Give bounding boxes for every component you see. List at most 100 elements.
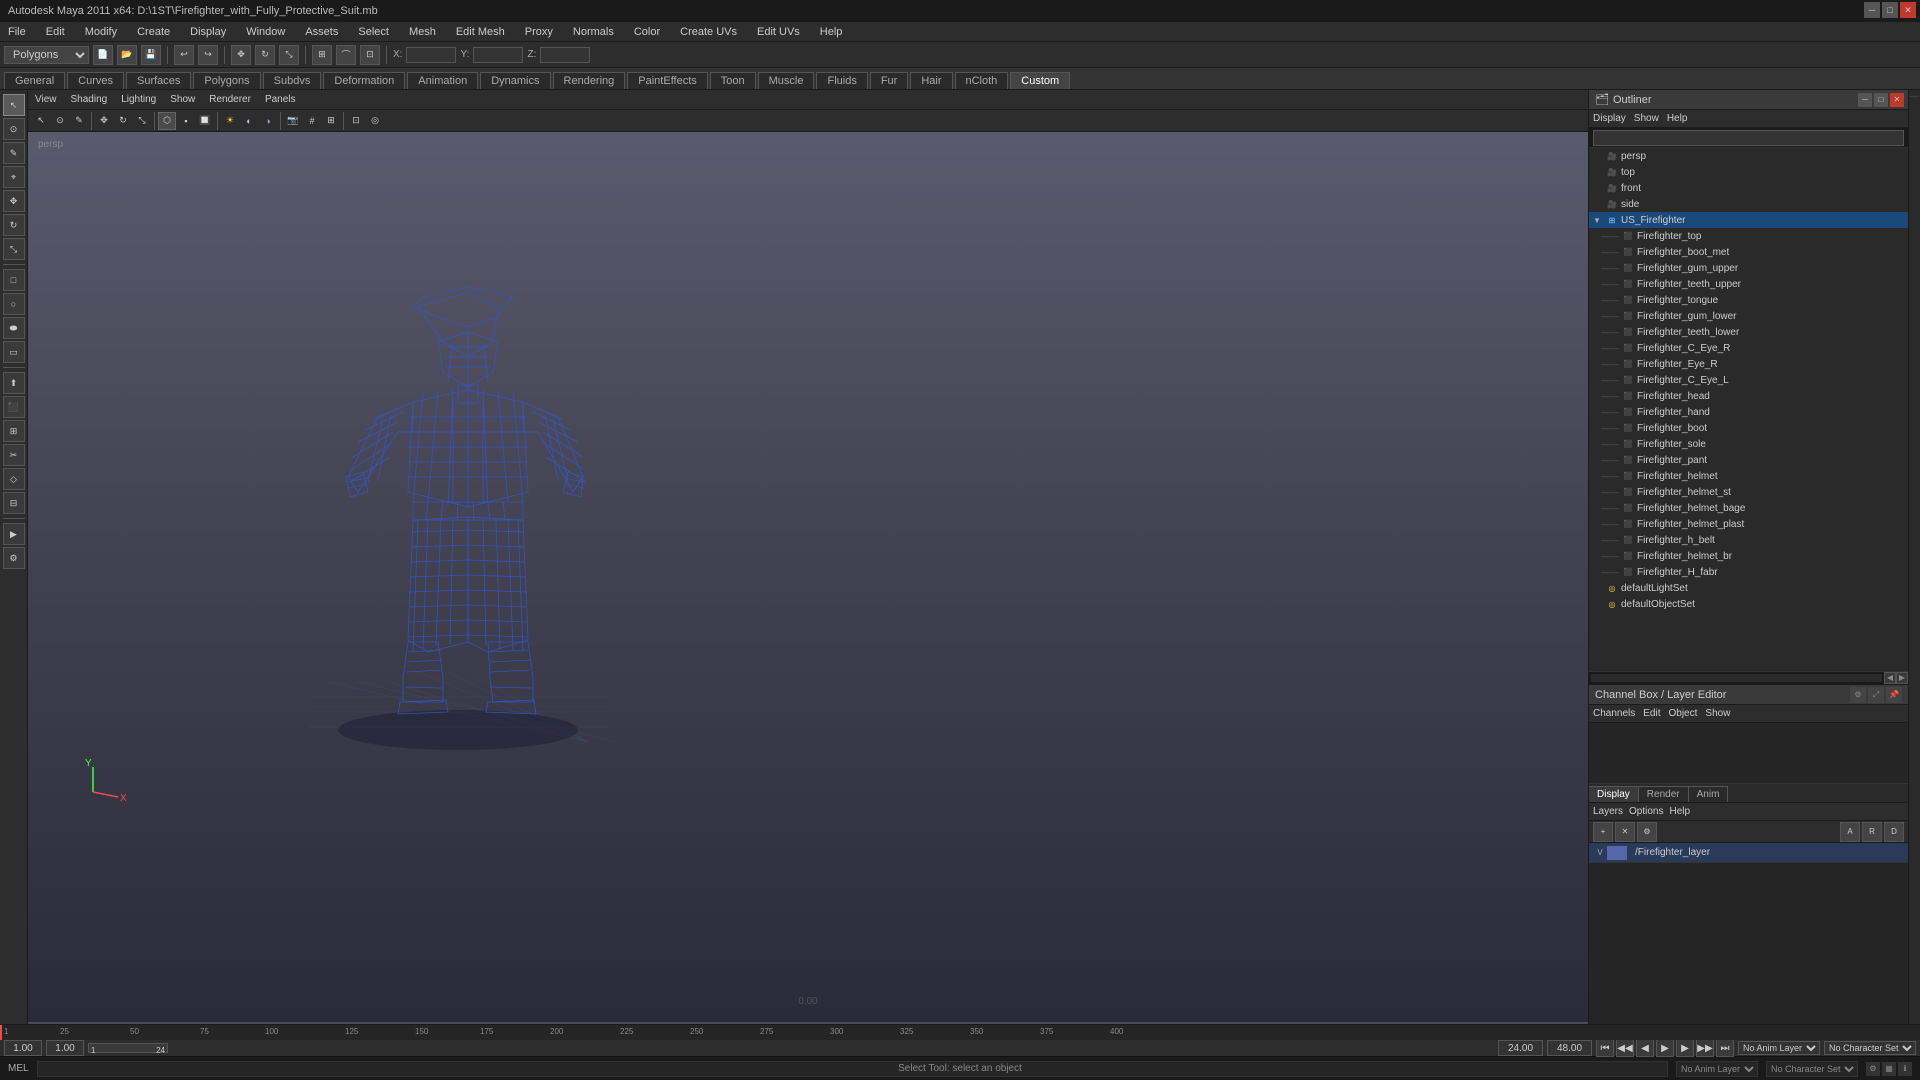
cb-menu-object[interactable]: Object <box>1669 708 1698 719</box>
tab-polygons[interactable]: Polygons <box>193 72 260 89</box>
tab-curves[interactable]: Curves <box>67 72 124 89</box>
anim-layer-select[interactable]: No Anim Layer <box>1738 1041 1820 1055</box>
tree-item-Firefighter_gum_upper[interactable]: —— ⬛ Firefighter_gum_upper <box>1589 260 1908 276</box>
menu-mesh[interactable]: Mesh <box>405 24 440 40</box>
cb-tab-display[interactable]: Display <box>1589 786 1639 802</box>
outliner-scroll-left[interactable]: ◀ <box>1884 672 1896 684</box>
toolbar-scale[interactable]: ⤡ <box>279 45 299 65</box>
pb-play[interactable]: ▶ <box>1656 1039 1674 1057</box>
outliner-menu-help[interactable]: Help <box>1667 113 1688 124</box>
tree-item-US_Firefighter[interactable]: ▼ ⊞ US_Firefighter <box>1589 212 1908 228</box>
cb-tab-anim[interactable]: Anim <box>1689 786 1729 802</box>
pb-prev[interactable]: ◀ <box>1636 1039 1654 1057</box>
tree-item-Firefighter_C_Eye_L[interactable]: —— ⬛ Firefighter_C_Eye_L <box>1589 372 1908 388</box>
vp-grid-btn[interactable]: # <box>303 112 321 130</box>
menu-proxy[interactable]: Proxy <box>521 24 557 40</box>
tool-scale[interactable]: ⤡ <box>3 238 25 260</box>
pb-prev-key[interactable]: ◀◀ <box>1616 1039 1634 1057</box>
pb-start[interactable]: ⏮ <box>1596 1039 1614 1057</box>
tree-item-Firefighter_H_fabr[interactable]: —— ⬛ Firefighter_H_fabr <box>1589 564 1908 580</box>
tool-paint[interactable]: ✎ <box>3 142 25 164</box>
playback-start-input[interactable] <box>1498 1040 1543 1056</box>
menu-editmesh[interactable]: Edit Mesh <box>452 24 509 40</box>
vp-menu-renderer[interactable]: Renderer <box>206 93 254 106</box>
tab-fur[interactable]: Fur <box>870 72 909 89</box>
vp-camera-btn[interactable]: 📷 <box>284 112 302 130</box>
tree-item-Firefighter_pant[interactable]: —— ⬛ Firefighter_pant <box>1589 452 1908 468</box>
layer-menu-options[interactable]: Options <box>1629 806 1663 817</box>
vp-toolbar-paint[interactable]: ✎ <box>70 112 88 130</box>
menu-createuvs[interactable]: Create UVs <box>676 24 741 40</box>
layer-row-firefighter[interactable]: V /Firefighter_layer <box>1589 843 1908 863</box>
tree-item-Firefighter_tongue[interactable]: —— ⬛ Firefighter_tongue <box>1589 292 1908 308</box>
tree-item-persp[interactable]: 🎥 persp <box>1589 148 1908 164</box>
tree-item-Firefighter_hand[interactable]: —— ⬛ Firefighter_hand <box>1589 404 1908 420</box>
timeline-cursor[interactable] <box>0 1025 2 1040</box>
vp-toolbar-lasso[interactable]: ⊙ <box>51 112 69 130</box>
tool-poly-cyl[interactable]: ⬬ <box>3 317 25 339</box>
current-frame-input[interactable] <box>46 1040 84 1056</box>
menu-window[interactable]: Window <box>242 24 289 40</box>
tree-item-Firefighter_helmet_st[interactable]: —— ⬛ Firefighter_helmet_st <box>1589 484 1908 500</box>
tree-item-Firefighter_teeth_lower[interactable]: —— ⬛ Firefighter_teeth_lower <box>1589 324 1908 340</box>
toolbar-undo[interactable]: ↩ <box>174 45 194 65</box>
tree-item-Firefighter_helmet_plast[interactable]: —— ⬛ Firefighter_helmet_plast <box>1589 516 1908 532</box>
z-input[interactable] <box>540 47 590 63</box>
tree-item-Firefighter_boot_met[interactable]: —— ⬛ Firefighter_boot_met <box>1589 244 1908 260</box>
outliner-search-input[interactable] <box>1593 130 1904 146</box>
outliner-scroll-right[interactable]: ▶ <box>1896 672 1908 684</box>
tool-poly-cube[interactable]: □ <box>3 269 25 291</box>
playback-end-input[interactable] <box>1547 1040 1592 1056</box>
tree-item-front[interactable]: 🎥 front <box>1589 180 1908 196</box>
tool-poly-sphere[interactable]: ○ <box>3 293 25 315</box>
outliner-hscroll[interactable]: ◀ ▶ <box>1589 671 1908 683</box>
pb-next-key[interactable]: ▶▶ <box>1696 1039 1714 1057</box>
y-input[interactable] <box>473 47 523 63</box>
tree-item-top[interactable]: 🎥 top <box>1589 164 1908 180</box>
toolbar-move[interactable]: ✥ <box>231 45 251 65</box>
maximize-button[interactable]: □ <box>1882 2 1898 18</box>
mode-selector[interactable]: Polygons Animation Rendering Dynamics nD… <box>4 46 89 64</box>
vp-menu-shading[interactable]: Shading <box>68 93 111 106</box>
tree-item-defaultLightSet[interactable]: ◎ defaultLightSet <box>1589 580 1908 596</box>
toolbar-snap-grid[interactable]: ⊞ <box>312 45 332 65</box>
tree-item-Firefighter_Eye_R[interactable]: —— ⬛ Firefighter_Eye_R <box>1589 356 1908 372</box>
start-frame-input[interactable] <box>4 1040 42 1056</box>
tab-ncloth[interactable]: nCloth <box>955 72 1009 89</box>
character-set-select[interactable]: No Character Set <box>1824 1041 1916 1055</box>
tree-item-side[interactable]: 🎥 side <box>1589 196 1908 212</box>
outliner-menu-display[interactable]: Display <box>1593 113 1626 124</box>
layer-settings-btn[interactable]: ⚙ <box>1637 822 1657 842</box>
command-input[interactable] <box>37 1061 1668 1077</box>
tree-item-Firefighter_teeth_upper[interactable]: —— ⬛ Firefighter_teeth_upper <box>1589 276 1908 292</box>
menu-color[interactable]: Color <box>630 24 664 40</box>
vp-texture-btn[interactable]: 🔲 <box>196 112 214 130</box>
toolbar-snap-curve[interactable]: ⌒ <box>336 45 356 65</box>
vp-light-btn-3[interactable]: ◑ <box>259 112 277 130</box>
tool-render[interactable]: ▶ <box>3 523 25 545</box>
menu-edituvs[interactable]: Edit UVs <box>753 24 804 40</box>
tree-item-Firefighter_head[interactable]: —— ⬛ Firefighter_head <box>1589 388 1908 404</box>
cb-menu-show[interactable]: Show <box>1705 708 1730 719</box>
vp-toolbar-move[interactable]: ✥ <box>95 112 113 130</box>
tree-item-Firefighter_helmet_bage[interactable]: —— ⬛ Firefighter_helmet_bage <box>1589 500 1908 516</box>
layer-type-display[interactable]: D <box>1884 822 1904 842</box>
tree-item-Firefighter_h_belt[interactable]: —— ⬛ Firefighter_h_belt <box>1589 532 1908 548</box>
tool-merge[interactable]: ⊞ <box>3 420 25 442</box>
outliner-maximize[interactable]: □ <box>1874 93 1888 107</box>
tab-muscle[interactable]: Muscle <box>758 72 815 89</box>
tab-hair[interactable]: Hair <box>910 72 952 89</box>
tab-custom[interactable]: Custom <box>1010 72 1070 89</box>
vp-wireframe-btn[interactable]: ⬡ <box>158 112 176 130</box>
layer-menu-help[interactable]: Help <box>1669 806 1690 817</box>
vp-light-btn-1[interactable]: ☀ <box>221 112 239 130</box>
frame-range-bar[interactable]: 1 24 <box>88 1043 168 1053</box>
pb-next[interactable]: ▶ <box>1676 1039 1694 1057</box>
tab-general[interactable]: General <box>4 72 65 89</box>
cb-menu-channels[interactable]: Channels <box>1593 708 1635 719</box>
vp-light-btn-2[interactable]: ◐ <box>240 112 258 130</box>
tab-toon[interactable]: Toon <box>710 72 756 89</box>
tool-sculpt[interactable]: ⌖ <box>3 166 25 188</box>
pb-end[interactable]: ⏭ <box>1716 1039 1734 1057</box>
menu-help[interactable]: Help <box>816 24 847 40</box>
